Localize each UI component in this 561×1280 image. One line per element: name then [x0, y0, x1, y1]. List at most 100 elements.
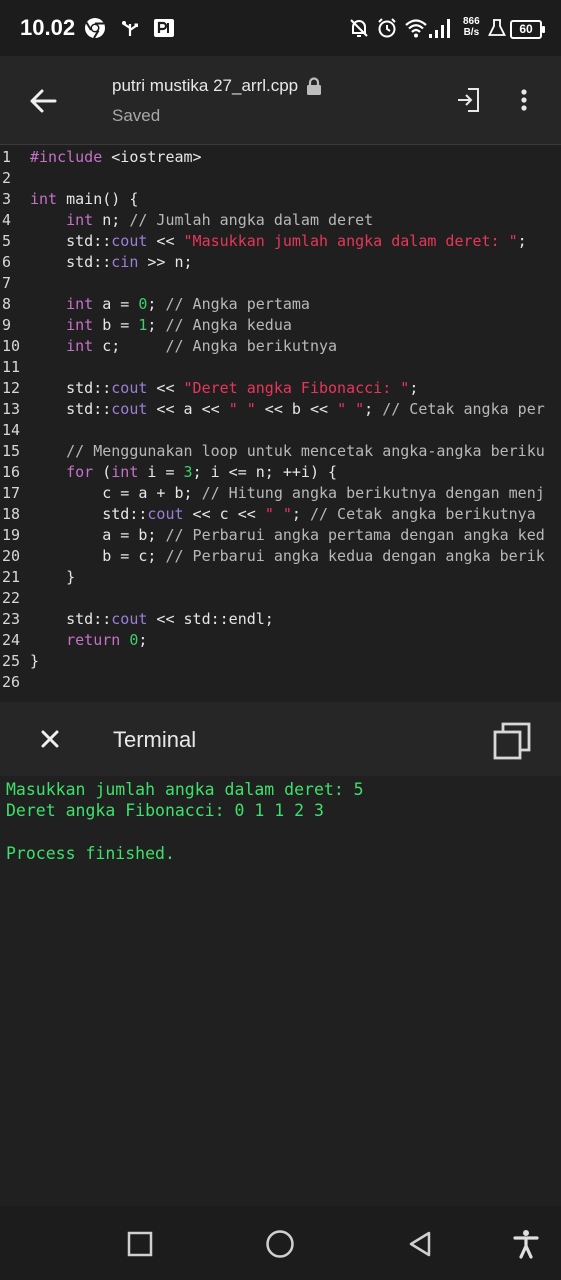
line-source: a = b; // Perbarui angka pertama dengan … — [30, 525, 545, 546]
line-number: 21 — [2, 568, 21, 586]
home-icon — [266, 1230, 294, 1258]
code-token: << c << — [183, 505, 265, 523]
code-token: ; — [147, 295, 166, 313]
code-line[interactable]: 22 — [0, 588, 561, 609]
code-token: std:: — [30, 400, 112, 418]
code-line[interactable]: 18 std::cout << c << " "; // Cetak angka… — [0, 504, 561, 525]
usb-icon — [120, 14, 140, 42]
battery-level: 60 — [519, 22, 533, 36]
line-number: 9 — [2, 316, 12, 334]
code-token: for — [66, 463, 94, 481]
code-line[interactable]: 13 std::cout << a << " " << b << " "; //… — [0, 399, 561, 420]
nav-back-button[interactable] — [400, 1224, 440, 1264]
code-token: b = — [93, 316, 139, 334]
close-icon — [41, 730, 59, 748]
code-token: <iostream> — [102, 148, 202, 166]
code-line[interactable]: 3 int main() { — [0, 189, 561, 210]
code-token: cout — [111, 232, 148, 250]
code-token: ( — [93, 463, 112, 481]
line-number: 1 — [2, 148, 12, 166]
line-number: 10 — [2, 337, 21, 355]
terminal-close-button[interactable] — [32, 720, 68, 758]
code-line[interactable]: 25} — [0, 651, 561, 672]
code-line[interactable]: 2 — [0, 168, 561, 189]
code-token: std:: — [30, 610, 112, 628]
code-line[interactable]: 1 #include <iostream> — [0, 147, 561, 168]
code-token: } — [30, 652, 40, 670]
line-number: 17 — [2, 484, 21, 502]
line-number: 19 — [2, 526, 21, 544]
code-token: int — [66, 295, 94, 313]
code-token: // Menggunakan loop untuk mencetak angka… — [66, 442, 545, 460]
code-line[interactable]: 14 — [0, 420, 561, 441]
code-line[interactable]: 20 b = c; // Perbarui angka kedua dengan… — [0, 546, 561, 567]
code-line[interactable]: 17 c = a + b; // Hitung angka berikutnya… — [0, 483, 561, 504]
code-line[interactable]: 19 a = b; // Perbarui angka pertama deng… — [0, 525, 561, 546]
code-line[interactable]: 7 — [0, 273, 561, 294]
code-line[interactable]: 15 // Menggunakan loop untuk mencetak an… — [0, 441, 561, 462]
line-number: 18 — [2, 505, 21, 523]
code-token: " " — [228, 400, 256, 418]
net-speed-unit: B/s — [463, 27, 480, 38]
code-line[interactable]: 5 std::cout << "Masukkan jumlah angka da… — [0, 231, 561, 252]
code-token: " " — [337, 400, 365, 418]
code-line[interactable]: 16 for (int i = 3; i <= n; ++i) { — [0, 462, 561, 483]
code-line[interactable]: 9 int b = 1; // Angka kedua — [0, 315, 561, 336]
terminal-copy-button[interactable] — [490, 719, 534, 763]
back-button[interactable] — [22, 80, 64, 122]
code-line[interactable]: 26 — [0, 672, 561, 693]
run-icon — [458, 88, 479, 112]
code-token: std:: — [30, 253, 112, 271]
code-token: a = — [93, 295, 139, 313]
home-button[interactable] — [260, 1224, 300, 1264]
run-button[interactable] — [450, 82, 486, 118]
line-source: std::cout << "Masukkan jumlah angka dala… — [30, 231, 527, 252]
line-source: int c; // Angka berikutnya — [30, 336, 337, 357]
save-status: Saved — [112, 106, 161, 125]
line-source: // Menggunakan loop untuk mencetak angka… — [30, 441, 545, 462]
flask-icon — [488, 14, 506, 42]
code-token: int — [66, 211, 94, 229]
file-name: putri mustika 27_arrl.cpp — [112, 76, 299, 95]
code-token: >> n; — [138, 253, 193, 271]
more-options-button[interactable] — [508, 82, 540, 118]
code-line[interactable]: 8 int a = 0; // Angka pertama — [0, 294, 561, 315]
code-line[interactable]: 21 } — [0, 567, 561, 588]
code-editor[interactable]: 1 #include <iostream> 2 3 int main() {4 int … — [0, 146, 561, 700]
recents-icon — [127, 1231, 153, 1257]
accessibility-button[interactable] — [506, 1224, 546, 1264]
chrome-icon — [84, 14, 106, 42]
line-number: 20 — [2, 547, 21, 565]
code-line[interactable]: 12 std::cout << "Deret angka Fibonacci: … — [0, 378, 561, 399]
line-source: } — [30, 567, 75, 588]
file-title: putri mustika 27_arrl.cpp — [112, 76, 322, 96]
code-token: a = b; — [30, 526, 166, 544]
code-token: std:: — [30, 505, 148, 523]
line-number: 22 — [2, 589, 21, 607]
terminal-line: Deret angka Fibonacci: 0 1 1 2 3 — [6, 801, 324, 820]
code-line[interactable]: 23 std::cout << std::endl; — [0, 609, 561, 630]
code-token: ; — [291, 505, 310, 523]
code-line[interactable]: 6 std::cin >> n; — [0, 252, 561, 273]
line-number: 16 — [2, 463, 21, 481]
code-token: // Angka pertama — [165, 295, 310, 313]
signal-icon — [428, 14, 454, 42]
code-line[interactable]: 10 int c; // Angka berikutnya — [0, 336, 561, 357]
code-line[interactable]: 4 int n; // Jumlah angka dalam deret — [0, 210, 561, 231]
terminal-output: Masukkan jumlah angka dalam deret: 5 Der… — [0, 776, 561, 1206]
code-token: cout — [147, 505, 184, 523]
line-source: int n; // Jumlah angka dalam deret — [30, 210, 373, 231]
battery-icon: 60 — [510, 20, 545, 39]
code-line[interactable]: 24 return 0; — [0, 630, 561, 651]
back-icon — [409, 1231, 431, 1257]
code-token: // Cetak angka berikutnya — [309, 505, 536, 523]
code-line[interactable]: 11 — [0, 357, 561, 378]
code-token: int — [66, 337, 94, 355]
code-token: << a << — [147, 400, 229, 418]
line-number: 4 — [2, 211, 12, 229]
code-token: return — [66, 631, 121, 649]
recents-button[interactable] — [120, 1224, 160, 1264]
code-token: << std::endl; — [147, 610, 274, 628]
